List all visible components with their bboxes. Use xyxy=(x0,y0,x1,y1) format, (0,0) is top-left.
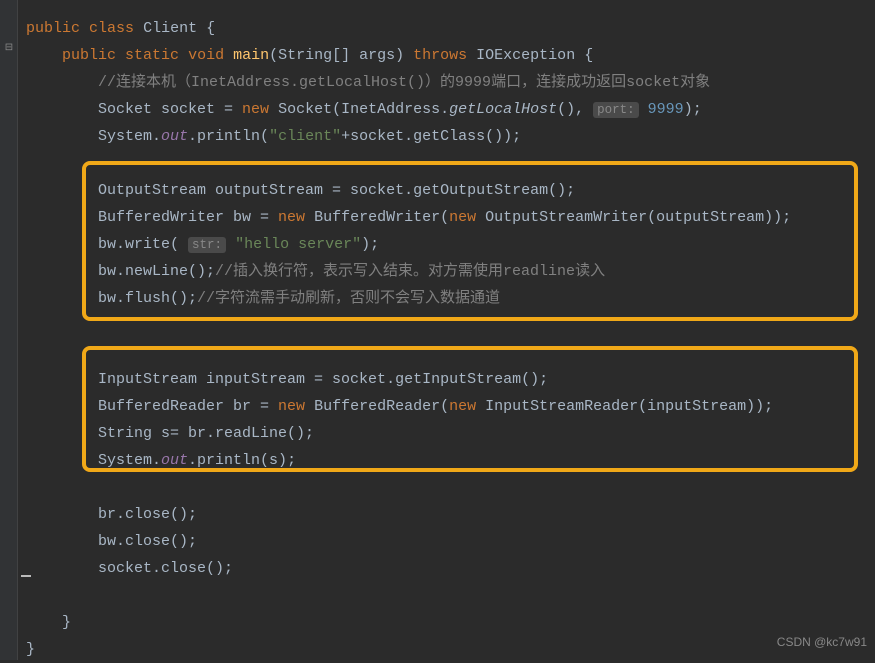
code-line xyxy=(26,582,875,609)
code-line: BufferedWriter bw = new BufferedWriter(n… xyxy=(26,204,875,231)
code-line: BufferedReader br = new BufferedReader(n… xyxy=(26,393,875,420)
code-line: bw.newLine();//插入换行符，表示写入结束。对方需使用readlin… xyxy=(26,258,875,285)
watermark: CSDN @kc7w91 xyxy=(777,629,867,656)
code-line xyxy=(26,312,875,339)
code-line: public class Client { xyxy=(26,15,875,42)
code-line: } xyxy=(26,636,875,663)
code-line xyxy=(26,150,875,177)
code-line: OutputStream outputStream = socket.getOu… xyxy=(26,177,875,204)
code-line: socket.close(); xyxy=(26,555,875,582)
code-line: public static void main(String[] args) t… xyxy=(26,42,875,69)
code-line: bw.write( str: "hello server"); xyxy=(26,231,875,258)
code-line: String s= br.readLine(); xyxy=(26,420,875,447)
param-hint: port: xyxy=(593,102,639,118)
code-editor[interactable]: public class Client { public static void… xyxy=(18,0,875,663)
code-line: bw.close(); xyxy=(26,528,875,555)
code-line: } xyxy=(26,609,875,636)
code-line: System.out.println("client"+socket.getCl… xyxy=(26,123,875,150)
code-line: bw.flush();//字符流需手动刷新，否则不会写入数据通道 xyxy=(26,285,875,312)
code-line: InputStream inputStream = socket.getInpu… xyxy=(26,366,875,393)
code-line xyxy=(26,339,875,366)
code-line xyxy=(26,474,875,501)
editor-gutter: ⊟ xyxy=(0,0,18,660)
param-hint: str: xyxy=(188,237,226,253)
cursor-indicator xyxy=(21,575,31,577)
code-line: //连接本机（InetAddress.getLocalHost()）的9999端… xyxy=(26,69,875,96)
code-line: System.out.println(s); xyxy=(26,447,875,474)
fold-icon[interactable]: ⊟ xyxy=(3,43,15,55)
code-line: br.close(); xyxy=(26,501,875,528)
code-line: Socket socket = new Socket(InetAddress.g… xyxy=(26,96,875,123)
